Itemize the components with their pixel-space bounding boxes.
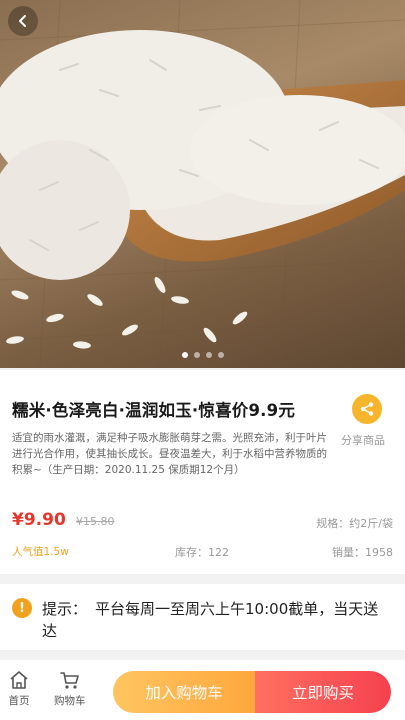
product-info: 糯米·色泽亮白·温润如玉·惊喜价9.9元 分享商品 适宜的雨水灌溉，满足种子吸水…: [0, 370, 405, 574]
carousel-dot[interactable]: [217, 352, 224, 358]
notice-message: 平台每周一至周六上午10:00截单，当天送达: [42, 600, 379, 640]
carousel-dot[interactable]: [205, 352, 212, 358]
nav-home[interactable]: 首页: [8, 670, 30, 708]
carousel-indicator: [0, 352, 405, 358]
current-price: ¥9.90: [12, 510, 66, 530]
notice-label: 提示：: [42, 600, 88, 618]
product-spec: 规格：约2斤/袋: [316, 517, 393, 530]
exclamation-icon: !: [12, 598, 32, 618]
add-to-cart-button[interactable]: 加入购物车: [113, 671, 255, 713]
back-button[interactable]: [8, 6, 38, 36]
nav-cart[interactable]: 购物车: [54, 670, 86, 708]
stock-count: 库存：122: [175, 546, 229, 559]
share-icon: [360, 402, 374, 416]
share-label[interactable]: 分享商品: [341, 432, 385, 448]
product-title: 糯米·色泽亮白·温润如玉·惊喜价9.9元: [12, 401, 296, 420]
buy-now-button[interactable]: 立即购买: [255, 671, 391, 713]
popularity-value: 人气值1.5w: [12, 546, 69, 558]
share-button[interactable]: [352, 394, 382, 424]
product-image[interactable]: [0, 0, 405, 368]
bottom-action-bar: 首页 购物车 加入购物车 立即购买: [0, 660, 405, 720]
product-description: 适宜的雨水灌溉，满足种子吸水膨胀萌芽之需。光照充沛，利于叶片进行光合作用，使其抽…: [12, 432, 327, 476]
original-price: ¥15.80: [76, 515, 115, 528]
nav-cart-label: 购物车: [54, 695, 86, 707]
nav-home-label: 首页: [8, 695, 30, 707]
shopping-cart-icon: [59, 672, 79, 689]
notice-text: 提示： 平台每周一至周六上午10:00截单，当天送达: [42, 598, 392, 642]
home-icon: [10, 671, 28, 689]
sales-count: 销量：1958: [332, 546, 393, 559]
notice-bar: ! 提示： 平台每周一至周六上午10:00截单，当天送达: [0, 584, 405, 650]
carousel-dot[interactable]: [193, 352, 200, 358]
rice-photo: [0, 0, 405, 368]
carousel-dot[interactable]: [181, 352, 188, 358]
chevron-left-icon: [19, 15, 26, 27]
